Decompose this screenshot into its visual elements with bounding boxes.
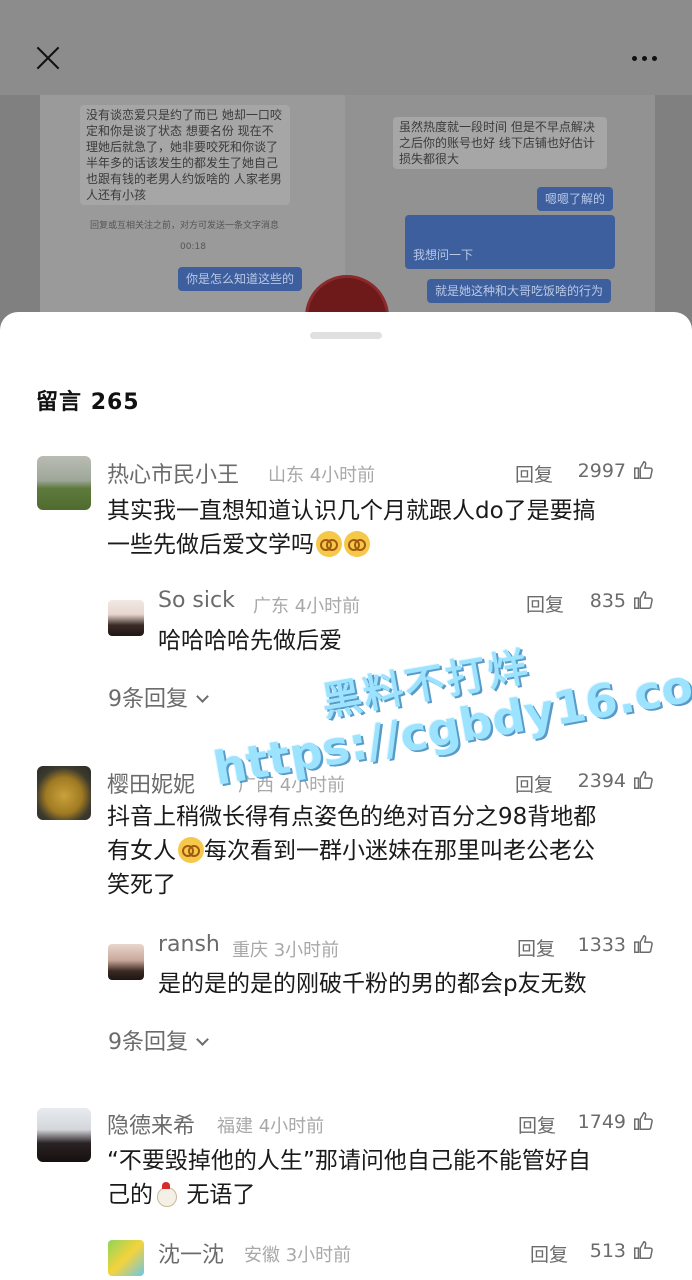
reply-author[interactable]: So sick — [158, 588, 235, 613]
reply-button[interactable]: 回复 — [526, 590, 564, 617]
thumbs-up-icon[interactable] — [632, 1110, 654, 1132]
comment-text: “不要毁掉他的人生”那请问他自己能不能管好自 己的 无语了 — [107, 1144, 667, 1212]
reply-button[interactable]: 回复 — [515, 460, 553, 487]
comment-author[interactable]: 热心市民小王 — [107, 457, 239, 489]
chat-right-bubble-1: 嗯嗯了解的 — [537, 187, 614, 211]
chicken-emoji-icon — [153, 1181, 179, 1207]
like-count: 513 — [589, 1240, 626, 1262]
comment-text-line: 每次看到一群小迷妹在那里叫老公老公 — [204, 838, 595, 864]
comment-text: 其实我一直想知道认识几个月就跟人do了是要搞 一些先做后爱文学吗 — [107, 494, 667, 562]
avatar[interactable] — [37, 456, 91, 510]
comment-text-line: “不要毁掉他的人生”那请问他自己能不能管好自 — [107, 1148, 591, 1174]
like-count: 835 — [589, 590, 626, 612]
sheet-drag-handle[interactable] — [310, 332, 382, 339]
reply-button[interactable]: 回复 — [530, 1240, 568, 1267]
reply-button[interactable]: 回复 — [518, 1111, 556, 1138]
comment-region: 福建 — [217, 1116, 253, 1137]
chat-left-paragraph: 没有谈恋爱只是约了而已 她却一口咬定和你是谈了状态 想要名份 现在不理她后就急了… — [80, 105, 290, 205]
like-count: 1749 — [577, 1111, 626, 1133]
comment-text-line: 无语了 — [186, 1182, 256, 1208]
chevron-down-icon — [196, 1033, 209, 1046]
like-count: 2394 — [577, 770, 626, 792]
reply-region: 重庆 — [232, 940, 268, 961]
more-replies-label: 9条回复 — [108, 1030, 188, 1055]
chat-right-panel: 虽然热度就一段时间 但是不早点解决之后你的账号也好 线下店铺也好估计损失都很大 … — [345, 95, 655, 335]
avatar[interactable] — [108, 600, 144, 636]
dizzy-face-emoji-icon — [316, 531, 342, 557]
video-chat-screenshot: 没有谈恋爱只是约了而已 她却一口咬定和你是谈了状态 想要名份 现在不理她后就急了… — [0, 95, 692, 335]
comment-text-line: 笑死了 — [107, 872, 176, 898]
comment-title-label: 留言 — [36, 390, 83, 415]
chat-left-panel: 没有谈恋爱只是约了而已 她却一口咬定和你是谈了状态 想要名份 现在不理她后就急了… — [40, 95, 350, 335]
dizzy-face-emoji-icon — [344, 531, 370, 557]
reply-time: 3小时前 — [273, 940, 340, 961]
chat-left-time: 00:18 — [180, 242, 206, 252]
comment-region: 山东 — [268, 465, 304, 486]
comment-text-line: 一些先做后爱文学吗 — [107, 532, 314, 558]
avatar[interactable] — [108, 1240, 144, 1276]
chat-right-bubble-3: 就是她这种和大哥吃饭啥的行为 — [427, 279, 612, 303]
comment-time: 4小时前 — [309, 465, 376, 486]
comment-text-line: 有女人 — [107, 838, 176, 864]
comment-time: 4小时前 — [258, 1116, 325, 1137]
more-replies-label: 9条回复 — [108, 687, 188, 712]
thumbs-up-icon[interactable] — [632, 589, 654, 611]
comment-author[interactable]: 隐德来希 — [107, 1108, 195, 1140]
reply-button[interactable]: 回复 — [517, 934, 555, 961]
comment-count-title: 留言 265 — [36, 384, 140, 416]
avatar[interactable] — [37, 1108, 91, 1162]
comment-text-line: 己的 — [107, 1182, 153, 1208]
chat-right-paragraph: 虽然热度就一段时间 但是不早点解决之后你的账号也好 线下店铺也好估计损失都很大 — [393, 117, 607, 169]
thumbs-up-icon[interactable] — [632, 933, 654, 955]
laughing-tears-emoji-icon — [178, 837, 204, 863]
comment-author[interactable]: 樱田妮妮 — [107, 767, 195, 799]
reply-button[interactable]: 回复 — [515, 770, 553, 797]
avatar[interactable] — [108, 944, 144, 980]
close-icon[interactable] — [30, 40, 66, 76]
thumbs-up-icon[interactable] — [632, 459, 654, 481]
chat-left-bubble: 你是怎么知道这些的 — [178, 267, 303, 291]
thumbs-up-icon[interactable] — [632, 769, 654, 791]
avatar[interactable] — [37, 766, 91, 820]
reply-text: 是的是的是的刚破千粉的男的都会p友无数 — [158, 971, 587, 997]
chat-left-note: 回复或互相关注之前，对方可发送一条文字消息 — [90, 221, 280, 231]
reply-time: 3小时前 — [285, 1245, 352, 1266]
view-more-replies-button[interactable]: 9条回复 — [108, 681, 209, 713]
comment-count: 265 — [90, 390, 140, 415]
more-options-icon[interactable] — [626, 50, 662, 66]
like-count: 2997 — [577, 460, 626, 482]
thumbs-up-icon[interactable] — [632, 1239, 654, 1261]
comment-text-line: 其实我一直想知道认识几个月就跟人do了是要搞 — [107, 498, 596, 524]
reply-author[interactable]: ransh — [158, 932, 220, 957]
reply-region: 广东 — [253, 596, 289, 617]
comment-text-line: 抖音上稍微长得有点姿色的绝对百分之98背地都 — [107, 804, 597, 830]
reply-region: 安徽 — [244, 1245, 280, 1266]
like-count: 1333 — [577, 934, 626, 956]
reply-time: 4小时前 — [294, 596, 361, 617]
video-header-area — [0, 0, 692, 100]
chevron-down-icon — [196, 690, 209, 703]
reply-author[interactable]: 沈一沈 — [158, 1237, 224, 1269]
chat-right-bubble-2: 我想问一下 — [405, 215, 615, 269]
view-more-replies-button[interactable]: 9条回复 — [108, 1024, 209, 1056]
reply-text: 哈哈哈哈先做后爱 — [158, 628, 342, 654]
comment-sheet: 留言 265 热心市民小王 山东 4小时前 回复 2997 其实我一直想知道认识… — [0, 312, 692, 1280]
comment-text: 抖音上稍微长得有点姿色的绝对百分之98背地都 有女人 每次看到一群小迷妹在那里叫老… — [107, 800, 667, 902]
